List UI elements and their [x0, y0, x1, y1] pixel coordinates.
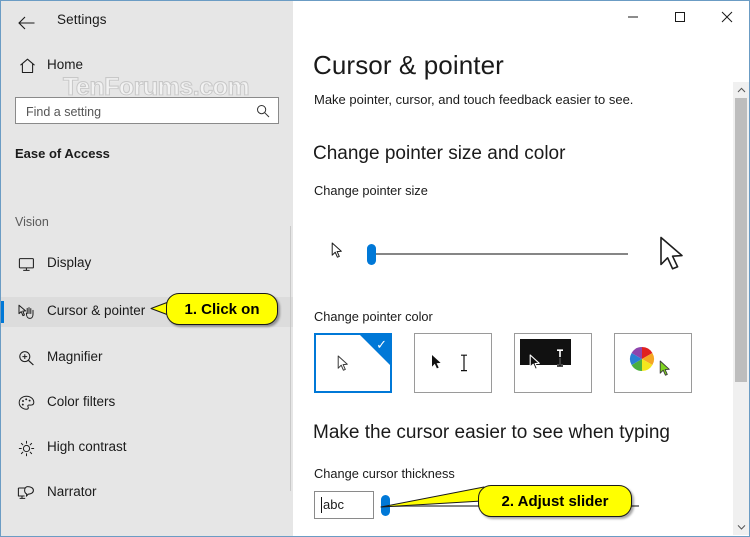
settings-window: Settings Home TenForums.com Ease of Acce… — [0, 0, 750, 537]
selection-indicator — [1, 301, 4, 323]
sidebar-item-high-contrast-label: High contrast — [47, 439, 127, 454]
sidebar-item-cursor-pointer-label: Cursor & pointer — [47, 303, 146, 318]
callout-adjust-slider: 2. Adjust slider — [478, 485, 632, 517]
sidebar-section-heading: Vision — [15, 215, 49, 229]
monitor-icon — [15, 253, 37, 275]
small-pointer-preview-icon — [331, 242, 345, 265]
sidebar-item-color-filters-label: Color filters — [47, 394, 116, 409]
close-icon[interactable] — [703, 1, 749, 33]
sidebar-item-narrator[interactable]: Narrator — [1, 478, 293, 508]
pointer-color-label: Change pointer color — [314, 309, 433, 324]
main-scrollbar[interactable] — [733, 82, 749, 535]
page-subtitle: Make pointer, cursor, and touch feedback… — [314, 92, 634, 107]
palette-icon — [15, 392, 37, 414]
cursor-thickness-label: Change cursor thickness — [314, 466, 455, 481]
chevron-down-icon[interactable] — [733, 519, 749, 535]
sidebar-item-narrator-label: Narrator — [47, 484, 97, 499]
pointer-size-slider-track[interactable] — [373, 253, 628, 255]
chevron-up-icon[interactable] — [733, 82, 749, 98]
pointer-size-label: Change pointer size — [314, 183, 428, 198]
window-controls — [609, 1, 749, 33]
callout-click-on: 1. Click on — [166, 293, 278, 325]
custom-color-pointer-option[interactable] — [614, 333, 692, 393]
sidebar: Settings Home TenForums.com Ease of Acce… — [1, 1, 293, 536]
cursor-thickness-preview-text: abc — [323, 497, 344, 512]
sidebar-item-color-filters[interactable]: Color filters — [1, 388, 293, 418]
sidebar-group-heading: Ease of Access — [15, 146, 110, 161]
sidebar-scrollbar[interactable] — [290, 226, 291, 491]
white-pointer-option[interactable]: ✓ — [314, 333, 392, 393]
sidebar-item-display[interactable]: Display — [1, 249, 293, 279]
black-pointer-option[interactable] — [414, 333, 492, 393]
brightness-sun-icon — [15, 437, 37, 459]
section-heading-cursor: Make the cursor easier to see when typin… — [313, 422, 670, 443]
search-input[interactable] — [24, 98, 253, 125]
pointer-size-slider-thumb[interactable] — [367, 244, 376, 265]
page-title: Cursor & pointer — [313, 50, 504, 80]
narrator-speech-icon — [15, 482, 37, 504]
text-caret — [321, 497, 322, 513]
main-content: Cursor & pointer Make pointer, cursor, a… — [294, 1, 749, 536]
search-icon[interactable] — [254, 102, 272, 120]
title-bar: Settings — [1, 1, 293, 45]
cursor-thickness-preview[interactable]: abc — [314, 491, 374, 519]
inverted-pointer-option[interactable] — [514, 333, 592, 393]
check-icon: ✓ — [360, 335, 390, 365]
sidebar-item-high-contrast[interactable]: High contrast — [1, 433, 293, 463]
app-title: Settings — [57, 12, 107, 27]
minimize-icon[interactable] — [609, 1, 656, 33]
search-box[interactable] — [15, 97, 279, 125]
callout-1-text: 1. Click on — [184, 300, 260, 318]
maximize-icon[interactable] — [656, 1, 703, 33]
scrollbar-thumb[interactable] — [735, 98, 747, 382]
magnifier-icon — [15, 347, 37, 369]
cursor-thickness-slider-thumb[interactable] — [381, 495, 390, 516]
sidebar-item-display-label: Display — [47, 255, 92, 270]
sidebar-item-home-label: Home — [47, 57, 84, 72]
cursor-hand-icon — [15, 301, 37, 323]
home-icon — [16, 55, 38, 77]
section-heading-pointer: Change pointer size and color — [313, 143, 566, 164]
callout-2-text: 2. Adjust slider — [501, 492, 609, 510]
back-arrow-icon[interactable] — [11, 9, 41, 37]
sidebar-item-magnifier[interactable]: Magnifier — [1, 343, 293, 373]
large-pointer-preview-icon — [659, 236, 689, 279]
sidebar-item-magnifier-label: Magnifier — [47, 349, 103, 364]
sidebar-item-home[interactable]: Home — [1, 51, 293, 83]
